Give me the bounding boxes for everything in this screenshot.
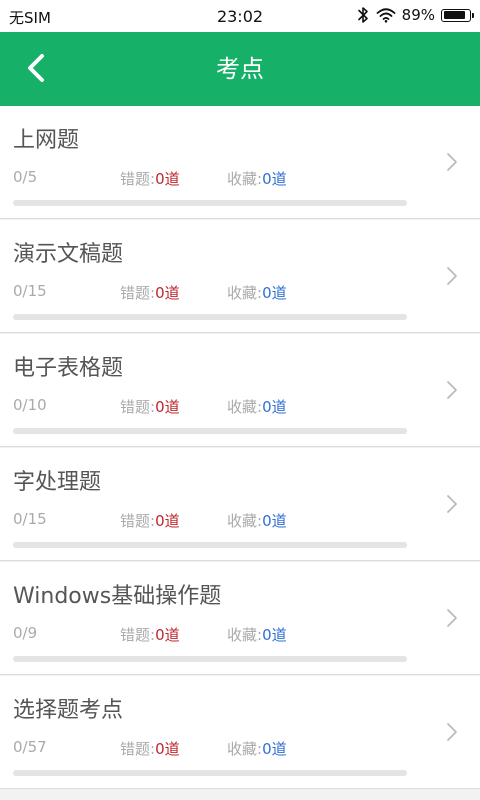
favorite-label: 收藏: [227,626,263,644]
favorite-value: 0道 [262,398,287,416]
topic-progress-count: 0/15 [13,510,47,528]
chevron-right-icon [446,608,458,628]
favorite-value: 0道 [262,512,287,530]
wrong-label: 错题: [120,170,156,188]
wrong-count: 错题:0道 [120,396,180,417]
favorite-value: 0道 [262,284,287,302]
topic-progress-count: 0/57 [13,738,47,756]
battery-level [443,11,466,19]
chevron-right-icon [446,494,458,514]
topic-title: 电子表格题 [13,356,124,381]
app-header: 考点 [0,32,480,106]
status-bar: 无SIM 23:02 89% [0,0,480,32]
topic-title: 选择题考点 [13,698,124,723]
topic-item[interactable]: 上网题 0/5 错题:0道 收藏:0道 [0,106,480,219]
topic-item[interactable]: 电子表格题 0/10 错题:0道 收藏:0道 [0,334,480,447]
topic-item[interactable]: Windows基础操作题 0/9 错题:0道 收藏:0道 [0,562,480,675]
favorite-label: 收藏: [227,284,263,302]
chevron-right-icon [446,152,458,172]
topic-title: 上网题 [13,128,80,153]
topic-progress-count: 0/15 [13,282,47,300]
topic-title: 演示文稿题 [13,242,124,267]
topic-item[interactable]: 演示文稿题 0/15 错题:0道 收藏:0道 [0,220,480,333]
status-icons: 89% [356,6,474,24]
battery-percent: 89% [401,6,435,24]
progress-bar [13,200,407,206]
wrong-label: 错题: [120,626,156,644]
favorite-value: 0道 [262,626,287,644]
topic-list: 上网题 0/5 错题:0道 收藏:0道 演示文稿题 0/15 错题:0道 收藏:… [0,106,480,790]
favorite-count: 收藏:0道 [227,624,287,645]
wifi-icon [376,8,396,23]
page-title: 考点 [216,55,264,83]
wrong-value: 0道 [155,626,180,644]
progress-bar [13,542,407,548]
wrong-count: 错题:0道 [120,282,180,303]
wrong-count: 错题:0道 [120,738,180,759]
wrong-label: 错题: [120,398,156,416]
wrong-value: 0道 [155,170,180,188]
chevron-right-icon [446,380,458,400]
favorite-label: 收藏: [227,398,263,416]
topic-progress-count: 0/9 [13,624,38,642]
topic-item[interactable]: 选择题考点 0/57 错题:0道 收藏:0道 [0,676,480,789]
topic-title: Windows基础操作题 [13,584,222,609]
battery-icon [441,8,474,22]
topic-item[interactable]: 字处理题 0/15 错题:0道 收藏:0道 [0,448,480,561]
wrong-value: 0道 [155,284,180,302]
favorite-label: 收藏: [227,170,263,188]
chevron-right-icon [446,722,458,742]
wrong-value: 0道 [155,512,180,530]
wrong-label: 错题: [120,512,156,530]
wrong-count: 错题:0道 [120,168,180,189]
favorite-label: 收藏: [227,740,263,758]
favorite-count: 收藏:0道 [227,510,287,531]
chevron-right-icon [446,266,458,286]
topic-progress-count: 0/10 [13,396,47,414]
favorite-value: 0道 [262,170,287,188]
wrong-value: 0道 [155,740,180,758]
wrong-label: 错题: [120,740,156,758]
bluetooth-icon [357,7,368,23]
favorite-count: 收藏:0道 [227,396,287,417]
wrong-count: 错题:0道 [120,624,180,645]
wrong-value: 0道 [155,398,180,416]
progress-bar [13,656,407,662]
wrong-count: 错题:0道 [120,510,180,531]
favorite-count: 收藏:0道 [227,282,287,303]
favorite-count: 收藏:0道 [227,168,287,189]
wrong-label: 错题: [120,284,156,302]
progress-bar [13,314,407,320]
progress-bar [13,428,407,434]
favorite-label: 收藏: [227,512,263,530]
topic-progress-count: 0/5 [13,168,38,186]
favorite-value: 0道 [262,740,287,758]
favorite-count: 收藏:0道 [227,738,287,759]
topic-title: 字处理题 [13,470,102,495]
progress-bar [13,770,407,776]
